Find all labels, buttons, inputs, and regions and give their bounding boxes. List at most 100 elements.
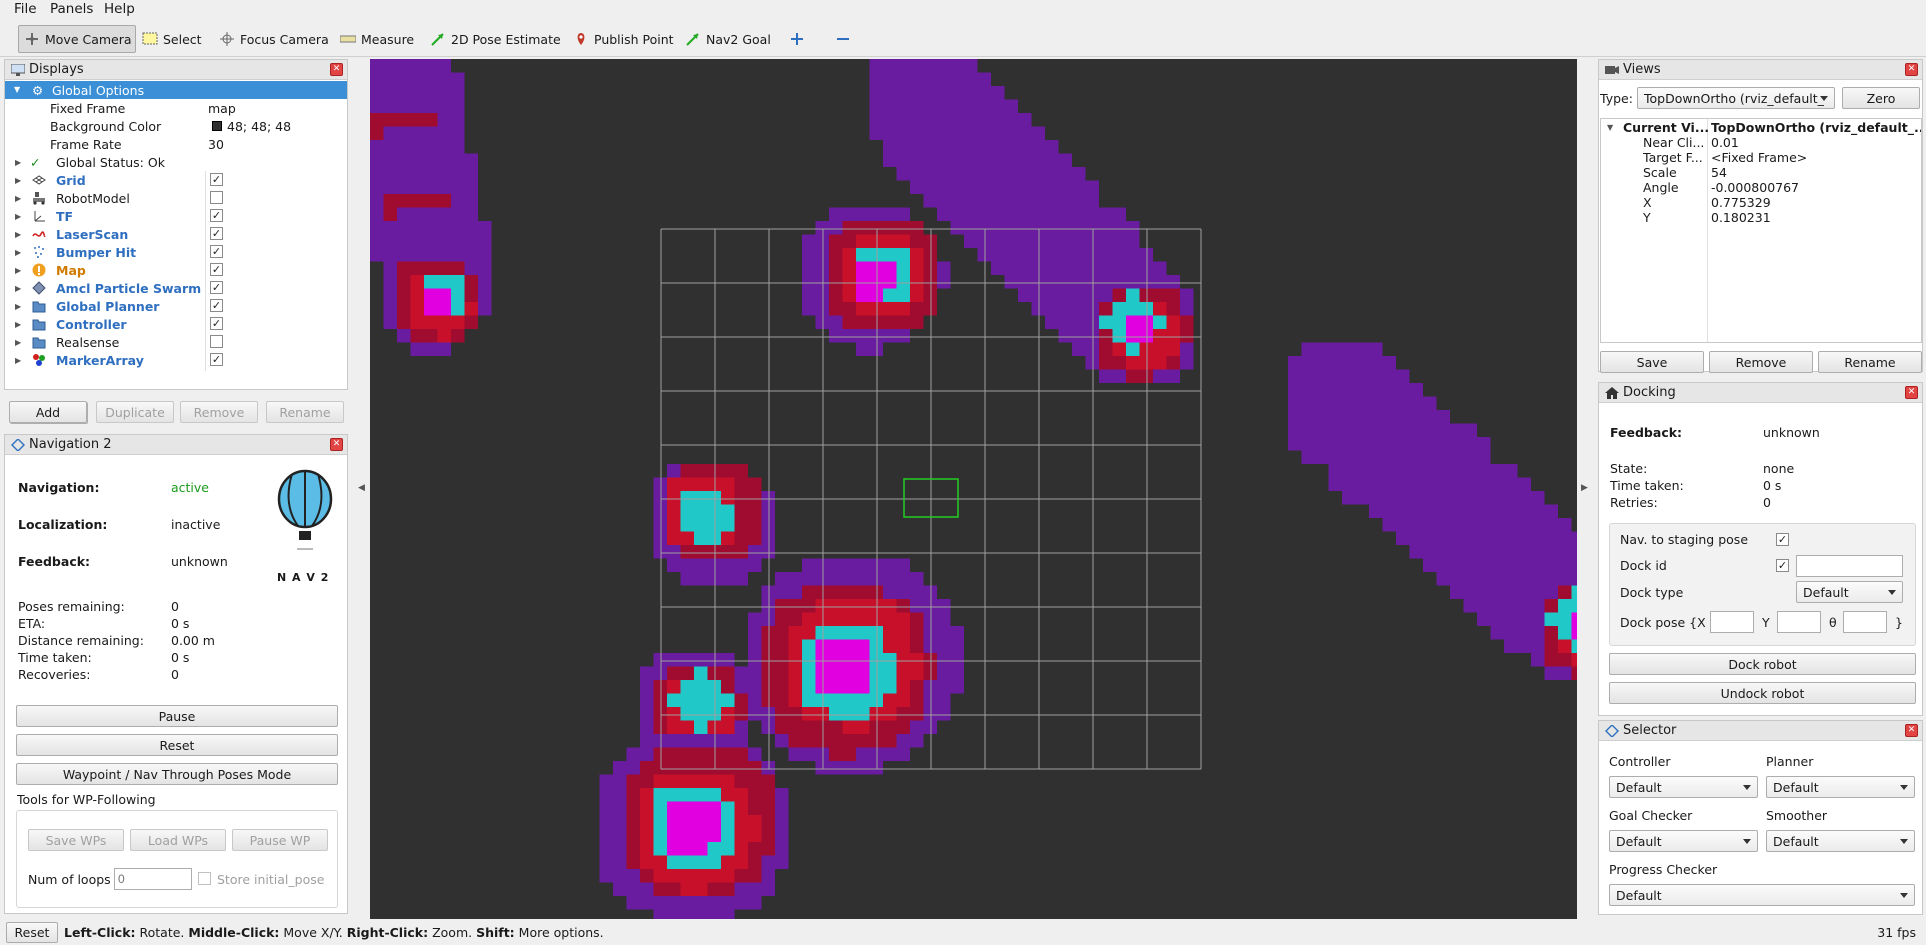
reset-view-button[interactable]: Reset: [6, 922, 58, 943]
progress-checker-dropdown[interactable]: Default: [1609, 884, 1915, 906]
expand-icon[interactable]: ▶: [15, 284, 21, 293]
expand-icon[interactable]: ▶: [15, 320, 21, 329]
display-item-controller[interactable]: ▶ Controller ✓: [5, 315, 347, 333]
remove-display-button[interactable]: Remove: [180, 401, 258, 423]
tool-measure[interactable]: Measure: [335, 25, 419, 53]
expand-icon[interactable]: ▶: [15, 212, 21, 221]
display-enabled-checkbox[interactable]: ✓: [210, 317, 223, 330]
collapse-right-icon[interactable]: ▶: [1581, 483, 1588, 493]
reset-nav-button[interactable]: Reset: [16, 734, 338, 756]
tool-2d-pose-estimate[interactable]: 2D Pose Estimate: [425, 25, 566, 53]
expand-icon[interactable]: ▶: [15, 194, 21, 203]
tool-nav2-goal[interactable]: Nav2 Goal: [680, 25, 776, 53]
view-prop-value[interactable]: <Fixed Frame>: [1711, 150, 1807, 165]
frame-rate-row[interactable]: Frame Rate 30: [5, 135, 347, 153]
expand-icon[interactable]: ▶: [15, 230, 21, 239]
view-prop-value[interactable]: 54: [1711, 165, 1727, 180]
display-enabled-checkbox[interactable]: ✓: [210, 299, 223, 312]
dock-id-checkbox[interactable]: ✓: [1776, 559, 1789, 572]
menu-file[interactable]: File: [14, 1, 37, 17]
dock-id-input[interactable]: [1796, 555, 1903, 577]
view-prop-value[interactable]: 0.775329: [1711, 195, 1771, 210]
view-prop-value[interactable]: 0.01: [1711, 135, 1739, 150]
close-icon[interactable]: ✕: [330, 438, 343, 451]
close-icon[interactable]: ✕: [330, 63, 343, 76]
display-enabled-checkbox[interactable]: ✓: [210, 263, 223, 276]
display-enabled-checkbox[interactable]: [210, 335, 223, 348]
load-wps-button[interactable]: Load WPs: [130, 829, 226, 851]
pause-wp-button[interactable]: Pause WP: [232, 829, 328, 851]
display-enabled-checkbox[interactable]: ✓: [210, 209, 223, 222]
store-initial-pose-checkbox[interactable]: [198, 872, 211, 885]
dock-robot-button[interactable]: Dock robot: [1609, 653, 1916, 675]
display-item-robotmodel[interactable]: ▶ RobotModel: [5, 189, 347, 207]
global-status-row[interactable]: ▶ ✓ Global Status: Ok: [5, 153, 347, 171]
waypoint-mode-button[interactable]: Waypoint / Nav Through Poses Mode: [16, 763, 338, 785]
zero-button[interactable]: Zero: [1842, 87, 1920, 109]
color-swatch[interactable]: [212, 121, 222, 131]
expand-icon[interactable]: ▶: [15, 338, 21, 347]
close-icon[interactable]: ✕: [1905, 724, 1918, 737]
display-item-markerarray[interactable]: ▶ MarkerArray ✓: [5, 351, 347, 369]
dock-type-dropdown[interactable]: Default: [1796, 581, 1903, 603]
expand-icon[interactable]: ▶: [15, 302, 21, 311]
remove-view-button[interactable]: Remove: [1709, 351, 1813, 373]
display-item-bumper-hit[interactable]: ▶ Bumper Hit ✓: [5, 243, 347, 261]
display-item-grid[interactable]: ▶ Grid ✓: [5, 171, 347, 189]
property-value[interactable]: 30: [208, 137, 224, 152]
display-enabled-checkbox[interactable]: ✓: [210, 281, 223, 294]
close-icon[interactable]: ✕: [1905, 386, 1918, 399]
tool-select[interactable]: Select: [137, 25, 207, 53]
render-viewport[interactable]: [370, 59, 1577, 919]
display-item-amcl-particle-swarm[interactable]: ▶ Amcl Particle Swarm ✓: [5, 279, 347, 297]
menu-panels[interactable]: Panels: [50, 1, 93, 17]
costmap-canvas[interactable]: [370, 59, 1577, 919]
fixed-frame-row[interactable]: Fixed Frame map: [5, 99, 347, 117]
global-options-row[interactable]: ▼ ⚙ Global Options: [5, 81, 347, 99]
save-view-button[interactable]: Save: [1600, 351, 1704, 373]
menu-help[interactable]: Help: [104, 1, 135, 17]
dock-pose-theta-input[interactable]: [1843, 611, 1887, 633]
remove-tool-button[interactable]: [830, 25, 861, 53]
rename-display-button[interactable]: Rename: [266, 401, 344, 423]
pause-button[interactable]: Pause: [16, 705, 338, 727]
display-enabled-checkbox[interactable]: ✓: [210, 227, 223, 240]
expand-icon[interactable]: ▶: [15, 176, 21, 185]
display-enabled-checkbox[interactable]: [210, 191, 223, 204]
add-display-button[interactable]: Add: [9, 401, 87, 423]
background-color-row[interactable]: Background Color 48; 48; 48: [5, 117, 347, 135]
dock-pose-x-input[interactable]: [1710, 611, 1754, 633]
display-item-map[interactable]: ▶ Map ✓: [5, 261, 347, 279]
duplicate-display-button[interactable]: Duplicate: [96, 401, 174, 423]
view-type-dropdown[interactable]: TopDownOrtho (rviz_default_: [1637, 87, 1835, 109]
display-enabled-checkbox[interactable]: ✓: [210, 245, 223, 258]
undock-robot-button[interactable]: Undock robot: [1609, 682, 1916, 704]
property-value[interactable]: 48; 48; 48: [227, 119, 291, 134]
num-loops-input[interactable]: [114, 868, 192, 890]
display-item-tf[interactable]: ▶ TF ✓: [5, 207, 347, 225]
display-enabled-checkbox[interactable]: ✓: [210, 173, 223, 186]
current-view-value[interactable]: TopDownOrtho (rviz_default_...: [1711, 120, 1921, 135]
rename-view-button[interactable]: Rename: [1818, 351, 1922, 373]
tool-publish-point[interactable]: Publish Point: [568, 25, 679, 53]
expand-icon[interactable]: ▶: [15, 248, 21, 257]
dock-pose-y-input[interactable]: [1777, 611, 1821, 633]
display-item-realsense[interactable]: ▶ Realsense: [5, 333, 347, 351]
display-item-laserscan[interactable]: ▶ LaserScan ✓: [5, 225, 347, 243]
smoother-dropdown[interactable]: Default: [1766, 830, 1915, 852]
tool-focus-camera[interactable]: Focus Camera: [214, 25, 334, 53]
planner-dropdown[interactable]: Default: [1766, 776, 1915, 798]
controller-dropdown[interactable]: Default: [1609, 776, 1758, 798]
close-icon[interactable]: ✕: [1905, 63, 1918, 76]
goal-checker-dropdown[interactable]: Default: [1609, 830, 1758, 852]
collapse-left-icon[interactable]: ◀: [358, 483, 365, 493]
property-value[interactable]: map: [208, 101, 236, 116]
save-wps-button[interactable]: Save WPs: [28, 829, 124, 851]
display-item-global-planner[interactable]: ▶ Global Planner ✓: [5, 297, 347, 315]
staging-checkbox[interactable]: ✓: [1776, 533, 1789, 546]
view-prop-value[interactable]: 0.180231: [1711, 210, 1771, 225]
view-prop-value[interactable]: -0.000800767: [1711, 180, 1799, 195]
add-tool-button[interactable]: [784, 25, 815, 53]
tool-move-camera[interactable]: Move Camera: [18, 25, 136, 53]
expand-icon[interactable]: ▶: [15, 266, 21, 275]
